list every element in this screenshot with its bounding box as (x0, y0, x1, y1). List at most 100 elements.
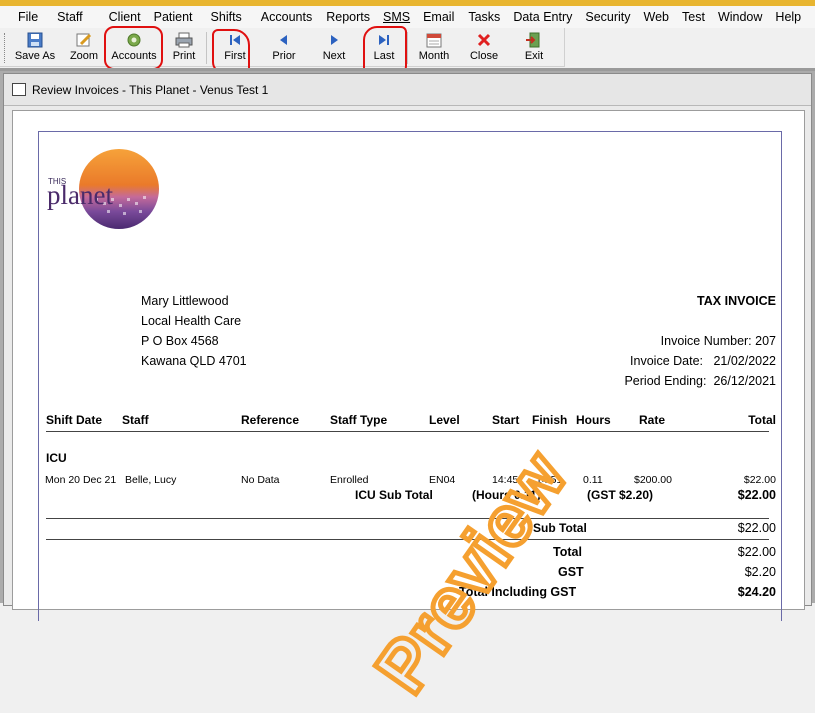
menu-web[interactable]: Web (644, 10, 669, 24)
total-divider (46, 539, 769, 540)
logo-planet-text: planet (47, 180, 113, 210)
menu-sms[interactable]: SMS (383, 10, 410, 24)
col-staff-type: Staff Type (330, 413, 388, 427)
gst-value: $2.20 (744, 565, 776, 579)
row-finish: 14:51 (536, 474, 563, 486)
exit-door-icon (525, 32, 543, 48)
printer-icon (175, 32, 193, 48)
invoice-date-label: Invoice Date: (630, 354, 704, 368)
menu-security[interactable]: Security (585, 10, 630, 24)
icu-subtotal-value: $22.00 (737, 488, 776, 502)
menu-shifts[interactable]: Shifts (211, 10, 242, 24)
menu-tasks[interactable]: Tasks (468, 10, 500, 24)
zoom-icon (75, 32, 93, 48)
icu-gst: (GST $2.20) (587, 488, 654, 502)
row-rate: $200.00 (634, 474, 672, 486)
row-reference: No Data (241, 474, 280, 486)
row-total: $22.00 (743, 474, 776, 486)
prior-button[interactable]: Prior (260, 30, 308, 66)
menu-data-entry[interactable]: Data Entry (513, 10, 572, 24)
col-rate: Rate (639, 413, 666, 427)
total-value: $22.00 (737, 545, 776, 559)
col-start: Start (492, 413, 520, 427)
window-title: Review Invoices - This Planet - Venus Te… (32, 83, 269, 97)
next-button[interactable]: Next (310, 30, 358, 66)
invoice-number-value: 207 (755, 334, 776, 348)
menu-accounts[interactable]: Accounts (261, 10, 312, 24)
first-record-icon (226, 32, 244, 48)
invoice-page: THIS planet Mary Littlewood Local Health… (12, 110, 805, 710)
recipient-name: Mary Littlewood (141, 294, 229, 308)
next-arrow-icon (325, 32, 343, 48)
group-icu-label: ICU (46, 451, 67, 465)
zoom-button[interactable]: Zoom (60, 30, 108, 66)
recipient-org: Local Health Care (141, 314, 242, 328)
window-titlebar: Review Invoices - This Planet - Venus Te… (4, 74, 811, 106)
menu-help[interactable]: Help (775, 10, 801, 24)
report-icon (12, 83, 26, 96)
review-invoices-window: Review Invoices - This Planet - Venus Te… (0, 68, 815, 710)
invoice-number-label: Invoice Number: (660, 334, 752, 348)
toolbar-grip[interactable] (4, 33, 7, 63)
close-button[interactable]: Close (460, 30, 508, 66)
print-button[interactable]: Print (160, 30, 208, 66)
col-level: Level (429, 413, 460, 427)
menu-window[interactable]: Window (718, 10, 762, 24)
period-ending-label: Period Ending: (624, 374, 707, 388)
last-button[interactable]: Last (360, 30, 408, 66)
calendar-icon (425, 32, 443, 48)
row-staff: Belle, Lucy (125, 474, 177, 486)
col-shift-date: Shift Date (46, 413, 103, 427)
icu-hours: (Hours 0.11) (472, 488, 541, 502)
prior-arrow-icon (275, 32, 293, 48)
recipient-address-2: Kawana QLD 4701 (141, 354, 247, 368)
menu-client[interactable]: Client (109, 10, 141, 24)
menu-staff[interactable]: Staff (57, 10, 82, 24)
invoice-date-value: 21/02/2022 (713, 354, 776, 368)
gear-icon (125, 32, 143, 48)
total-incl-gst-label: Total Including GST (459, 585, 577, 599)
toolbar-separator (407, 32, 408, 64)
row-date: Mon 20 Dec 21 (45, 474, 117, 486)
month-button[interactable]: Month (410, 30, 458, 66)
col-total: Total (748, 413, 776, 427)
tax-invoice-heading: TAX INVOICE (697, 294, 776, 308)
header-divider (46, 431, 769, 432)
gst-label: GST (558, 565, 584, 579)
toolbar: Save As Zoom Accounts Print First Prior (0, 28, 565, 67)
subtotal-label: Sub Total (533, 521, 587, 535)
save-as-button[interactable]: Save As (11, 30, 59, 66)
menu-test[interactable]: Test (682, 10, 705, 24)
subtotal-value: $22.00 (737, 521, 776, 535)
period-ending-value: 26/12/2021 (713, 374, 776, 388)
col-staff: Staff (122, 413, 149, 427)
first-button[interactable]: First (211, 30, 259, 66)
save-icon (26, 32, 44, 48)
row-start: 14:45 (492, 474, 519, 486)
period-ending-row: Period Ending: 26/12/2021 (624, 374, 776, 388)
total-incl-gst-value: $24.20 (737, 585, 776, 599)
col-reference: Reference (241, 413, 300, 427)
invoice-number-row: Invoice Number: 207 (661, 334, 776, 348)
toolbar-separator (206, 32, 207, 64)
accounts-button[interactable]: Accounts (110, 30, 158, 66)
recipient-address-1: P O Box 4568 (141, 334, 219, 348)
exit-button[interactable]: Exit (510, 30, 558, 66)
total-label: Total (553, 545, 582, 559)
icu-subtotal-label: ICU Sub Total (355, 488, 433, 502)
row-level: EN04 (429, 474, 456, 486)
row-hours: 0.11 (583, 474, 603, 486)
menu-reports[interactable]: Reports (326, 10, 370, 24)
last-record-icon (375, 32, 393, 48)
subtotal-divider (46, 518, 769, 519)
menu-patient[interactable]: Patient (154, 10, 193, 24)
row-staff-type: Enrolled (330, 474, 369, 486)
col-hours: Hours (576, 413, 611, 427)
invoice-frame: THIS planet Mary Littlewood Local Health… (38, 131, 782, 621)
menu-bar: File Staff Client Patient Shifts Account… (0, 6, 815, 28)
close-icon (475, 32, 493, 48)
this-planet-logo: THIS planet (45, 146, 165, 232)
invoice-date-row: Invoice Date: 21/02/2022 (630, 354, 776, 368)
menu-file[interactable]: File (18, 10, 38, 24)
menu-email[interactable]: Email (423, 10, 454, 24)
